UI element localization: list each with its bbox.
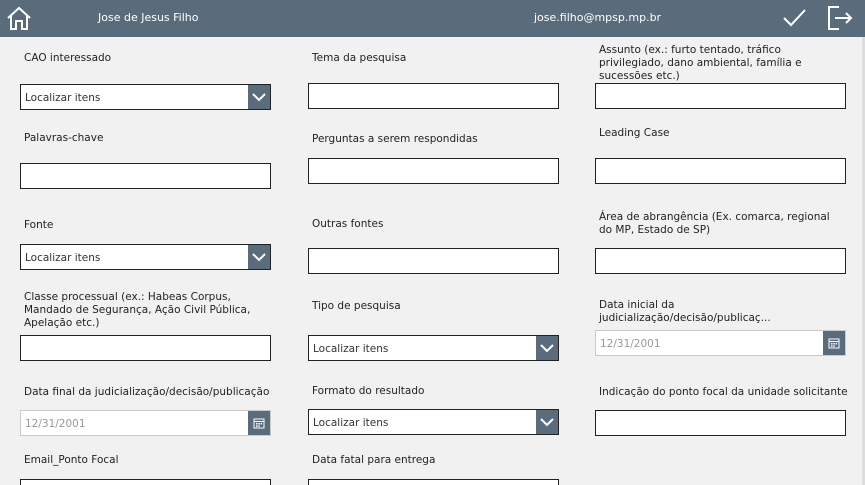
chevron-down-icon: [540, 418, 554, 427]
chevron-down-icon: [252, 93, 266, 102]
home-button[interactable]: [4, 4, 34, 32]
tipo-pesquisa-dropdown[interactable]: Localizar itens: [308, 335, 559, 361]
email-ponto-focal-label: Email_Ponto Focal: [24, 454, 119, 466]
fonte-label: Fonte: [24, 219, 54, 231]
data-fatal-label: Data fatal para entrega: [312, 454, 436, 466]
top-bar: Jose de Jesus Filho jose.filho@mpsp.mp.b…: [0, 0, 865, 37]
classe-processual-label: Classe processual (ex.: Habeas Corpus, M…: [24, 291, 251, 329]
data-fatal-input[interactable]: [308, 479, 559, 485]
area-abrangencia-label: Área de abrangência (Ex. comarca, region…: [599, 211, 830, 236]
calendar-icon: [253, 418, 265, 429]
fonte-dropdown-button[interactable]: [248, 245, 270, 269]
submit-button[interactable]: [780, 4, 808, 32]
exit-icon: [828, 6, 853, 30]
chevron-down-icon: [540, 344, 554, 353]
area-abrangencia-input[interactable]: [595, 248, 846, 274]
tipo-pesquisa-dropdown-placeholder: Localizar itens: [313, 343, 389, 355]
assunto-input[interactable]: [595, 83, 846, 109]
tipo-pesquisa-dropdown-button[interactable]: [536, 336, 558, 360]
user-email: jose.filho@mpsp.mp.br: [534, 11, 662, 24]
outras-fontes-label: Outras fontes: [312, 218, 384, 230]
data-inicial-placeholder: 12/31/2001: [600, 338, 661, 350]
perguntas-label: Perguntas a serem respondidas: [312, 133, 478, 145]
tipo-pesquisa-label: Tipo de pesquisa: [312, 300, 401, 312]
calendar-icon: [828, 338, 840, 349]
indicacao-ponto-focal-label: Indicação do ponto focal da unidade soli…: [599, 386, 848, 398]
palavras-chave-input[interactable]: [20, 163, 271, 189]
data-final-datepicker[interactable]: 12/31/2001: [20, 410, 271, 436]
data-final-label: Data final da judicialização/decisão/pub…: [24, 386, 270, 398]
exit-button[interactable]: [824, 3, 854, 33]
data-inicial-calendar-button[interactable]: [823, 331, 845, 355]
formato-resultado-dropdown-placeholder: Localizar itens: [313, 417, 389, 429]
cao-dropdown-button[interactable]: [248, 85, 270, 109]
leading-case-input[interactable]: [595, 158, 846, 184]
classe-processual-input[interactable]: [20, 335, 271, 361]
data-final-placeholder: 12/31/2001: [25, 418, 86, 430]
cao-dropdown[interactable]: Localizar itens: [20, 84, 271, 110]
tema-label: Tema da pesquisa: [312, 52, 407, 64]
home-icon: [7, 6, 31, 30]
formato-resultado-dropdown-button[interactable]: [536, 410, 558, 434]
formato-resultado-dropdown[interactable]: Localizar itens: [308, 409, 559, 435]
palavras-chave-label: Palavras-chave: [24, 132, 104, 144]
check-icon: [783, 9, 806, 27]
email-ponto-focal-input[interactable]: [20, 479, 271, 485]
chevron-down-icon: [252, 253, 266, 262]
assunto-label: Assunto (ex.: furto tentado, tráfico pri…: [599, 44, 802, 82]
user-name: Jose de Jesus Filho: [98, 11, 199, 24]
fonte-dropdown-placeholder: Localizar itens: [25, 252, 101, 264]
formato-resultado-label: Formato do resultado: [312, 385, 425, 397]
outras-fontes-input[interactable]: [308, 248, 559, 274]
perguntas-input[interactable]: [308, 158, 559, 184]
fonte-dropdown[interactable]: Localizar itens: [20, 244, 271, 270]
data-inicial-datepicker[interactable]: 12/31/2001: [595, 330, 846, 356]
leading-case-label: Leading Case: [599, 127, 670, 139]
indicacao-ponto-focal-input[interactable]: [595, 410, 846, 436]
data-final-calendar-button[interactable]: [248, 411, 270, 435]
tema-input[interactable]: [308, 83, 559, 109]
data-inicial-label: Data inicial da judicialização/decisão/p…: [599, 299, 771, 324]
cao-label: CAO interessado: [24, 52, 112, 64]
cao-dropdown-placeholder: Localizar itens: [25, 92, 101, 104]
